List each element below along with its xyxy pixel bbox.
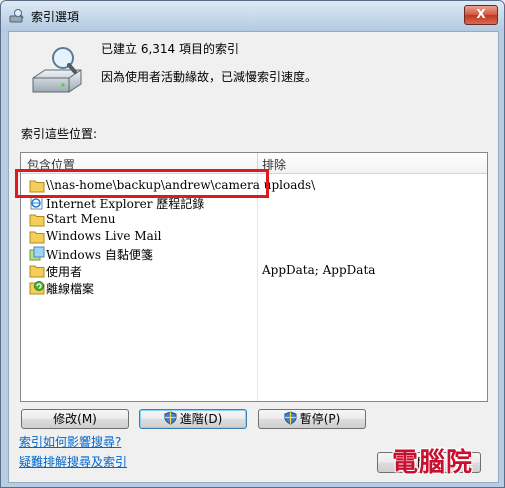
sticky-notes-icon [29,246,45,261]
pause-button-label: 暫停(P) [299,412,341,426]
troubleshoot-search-link[interactable]: 疑難排解搜尋及索引 [19,453,127,470]
table-row[interactable]: 離線檔案 [21,279,487,296]
table-row[interactable]: Windows Live Mail [21,228,487,245]
location-text: 離線檔案 [46,282,95,296]
title-bar[interactable]: 索引選項 X [1,1,504,31]
highlight-annotation-box [15,169,269,198]
advanced-button[interactable]: 進階(D) [139,409,247,429]
window-close-button[interactable]: X [464,5,498,25]
advanced-button-label: 進階(D) [179,412,223,426]
dialog-body: 已建立 6,314 項目的索引 因為使用者活動緣故，已減慢索引速度。 索引這些位… [8,31,499,483]
uac-shield-icon [284,411,297,425]
indexed-count-text: 已建立 6,314 項目的索引 [101,42,239,56]
table-row[interactable]: Windows 自黏便箋 [21,245,487,262]
indexed-locations-label: 索引這些位置: [21,127,98,141]
location-text: Start Menu [46,212,116,226]
exclude-text: AppData; AppData [262,263,376,277]
folder-icon [29,214,45,227]
index-speed-note: 因為使用者活動緣故，已減慢索引速度。 [101,70,318,84]
how-indexing-affects-search-link[interactable]: 索引如何影響搜尋? [19,433,121,450]
folder-icon [29,231,45,244]
hard-drive-search-icon [32,47,82,93]
table-row[interactable]: 使用者 AppData; AppData [21,262,487,279]
window-title: 索引選項 [31,10,80,24]
table-row[interactable]: Start Menu [21,211,487,228]
uac-shield-icon [164,411,177,425]
location-text: 使用者 [46,265,83,279]
watermark-logo: 電腦院 [392,448,474,478]
indexing-options-window: 索引選項 X 已建立 6,314 項目的索引 因為使用者活動緣故，已減慢索引速度… [0,0,505,488]
modify-button[interactable]: 修改(M) [21,409,129,429]
search-index-icon [9,9,24,23]
pause-button[interactable]: 暫停(P) [258,409,366,429]
folder-icon [29,265,45,278]
location-text: Windows Live Mail [46,229,162,243]
location-text: Windows 自黏便箋 [46,248,153,262]
offline-files-icon [29,281,45,295]
